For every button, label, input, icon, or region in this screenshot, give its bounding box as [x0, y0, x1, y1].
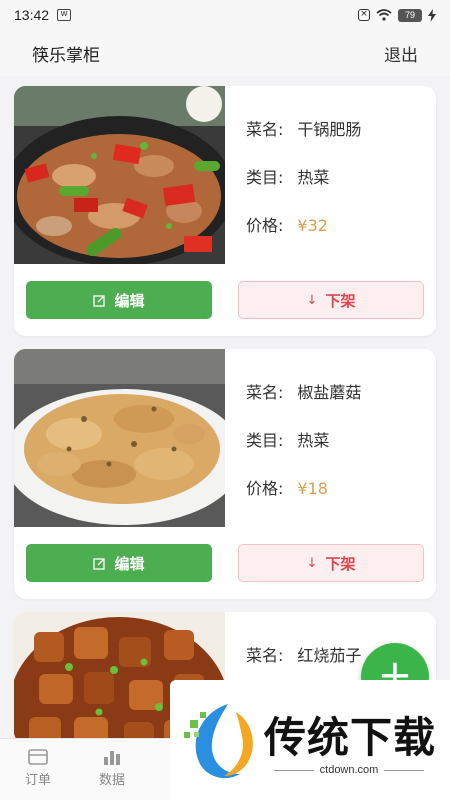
arrow-down-icon: ↓ — [306, 292, 318, 308]
takedown-label: 下架 — [325, 554, 356, 573]
dish-name-row: 菜名: 干锅肥肠 — [246, 116, 361, 140]
dish-price-label: 价格: — [246, 479, 284, 498]
dish-price-row: 价格: ¥18 — [246, 475, 328, 499]
nav-label-data: 数据 — [98, 773, 125, 788]
dish-category: 热菜 — [297, 168, 330, 187]
status-bar: 13:42 W × 79 — [0, 0, 450, 30]
dish-name: 干锅肥肠 — [297, 120, 362, 139]
edit-label: 编辑 — [114, 554, 145, 573]
dish-name-row: 菜名: 椒盐蘑菇 — [246, 379, 361, 403]
logout-button[interactable]: 退出 — [384, 41, 418, 66]
notification-app-icon: W — [57, 9, 72, 21]
edit-icon — [93, 294, 106, 307]
charging-icon — [428, 8, 436, 22]
order-card-icon — [28, 749, 48, 765]
watermark-title: 传统下载 — [264, 713, 437, 762]
dish-name: 椒盐蘑菇 — [297, 383, 362, 402]
dish-image — [14, 349, 225, 527]
status-icons: × 79 — [358, 8, 436, 22]
nav-item-data[interactable]: 数据 — [82, 749, 142, 788]
dish-name-label: 菜名: — [246, 120, 284, 139]
nav-item-orders[interactable]: 订单 — [8, 749, 68, 788]
watermark-logo — [184, 704, 253, 779]
dish-price-label: 价格: — [246, 216, 284, 235]
dish-category-row: 类目: 热菜 — [246, 427, 329, 451]
dish-image — [14, 86, 225, 264]
edit-button[interactable]: 编辑 — [26, 281, 212, 319]
watermark-overlay: 传统下载 ctdown.com — [170, 680, 450, 800]
edit-button[interactable]: 编辑 — [26, 544, 212, 582]
dish-category: 热菜 — [297, 431, 330, 450]
dish-card: 菜名: 椒盐蘑菇 类目: 热菜 价格: ¥18 编辑 ↓ 下架 — [14, 349, 436, 599]
arrow-down-icon: ↓ — [306, 555, 318, 571]
dish-name-label: 菜名: — [246, 383, 284, 402]
app-title: 筷乐掌柜 — [32, 45, 100, 66]
app-header: 筷乐掌柜 退出 — [0, 30, 450, 76]
dish-category-row: 类目: 热菜 — [246, 164, 329, 188]
dish-price-row: 价格: ¥32 — [246, 212, 328, 236]
dish-name-label: 菜名: — [246, 646, 284, 665]
nav-label-orders: 订单 — [24, 773, 51, 788]
takedown-button[interactable]: ↓ 下架 — [238, 544, 424, 582]
dish-name-row: 菜名: 红烧茄子 — [246, 642, 361, 666]
dish-category-label: 类目: — [246, 168, 284, 187]
takedown-label: 下架 — [325, 291, 356, 310]
sim-icon: × — [358, 9, 370, 21]
edit-icon — [93, 557, 106, 570]
takedown-button[interactable]: ↓ 下架 — [238, 281, 424, 319]
bar-chart-icon — [104, 751, 120, 765]
edit-label: 编辑 — [114, 291, 145, 310]
dish-name: 红烧茄子 — [297, 646, 362, 665]
dish-price: ¥32 — [297, 216, 328, 235]
status-time: 13:42 — [14, 7, 50, 23]
dish-category-label: 类目: — [246, 431, 284, 450]
wifi-icon — [376, 9, 392, 21]
watermark-url: ctdown.com — [264, 764, 434, 776]
battery-icon: 79 — [398, 8, 422, 22]
dish-card: 菜名: 干锅肥肠 类目: 热菜 价格: ¥32 编辑 ↓ 下架 — [14, 86, 436, 336]
dish-price: ¥18 — [297, 479, 328, 498]
